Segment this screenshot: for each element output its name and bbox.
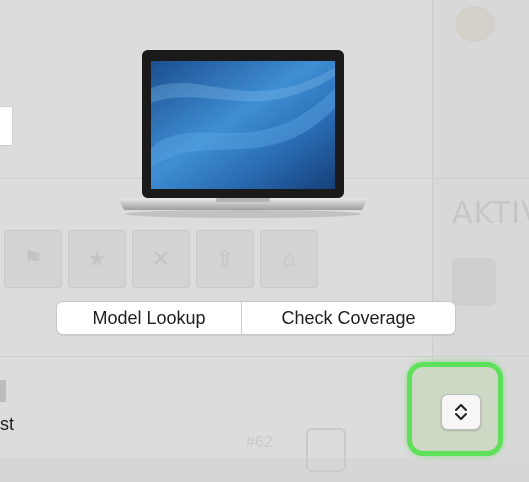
star-icon: ★ <box>68 230 126 288</box>
trash-icon: ✕ <box>132 230 190 288</box>
laptop-icon <box>118 50 368 218</box>
background-toolbar: ⚑ ★ ✕ ⇧ ⌂ <box>0 230 354 294</box>
stepper-button[interactable] <box>441 394 481 430</box>
background-marker <box>0 380 6 402</box>
home-icon: ⌂ <box>260 230 318 288</box>
background-left-label: st <box>0 414 15 434</box>
background-bottom-strip <box>0 458 529 482</box>
flag-icon: ⚑ <box>4 230 62 288</box>
background-right-label: AKTIV <box>452 196 529 231</box>
check-coverage-button[interactable]: Check Coverage <box>242 302 455 334</box>
background-number: #62 <box>246 434 273 451</box>
background-thumbnail <box>452 258 496 306</box>
laptop-image <box>116 48 370 224</box>
share-icon: ⇧ <box>196 230 254 288</box>
chevron-up-down-icon <box>455 404 467 420</box>
action-segmented-control: Model Lookup Check Coverage <box>57 302 455 334</box>
background-divider <box>0 356 529 357</box>
background-checkbox <box>306 428 346 472</box>
model-lookup-button[interactable]: Model Lookup <box>57 302 242 334</box>
background-avatar <box>455 6 495 42</box>
background-input-edge <box>0 106 13 146</box>
